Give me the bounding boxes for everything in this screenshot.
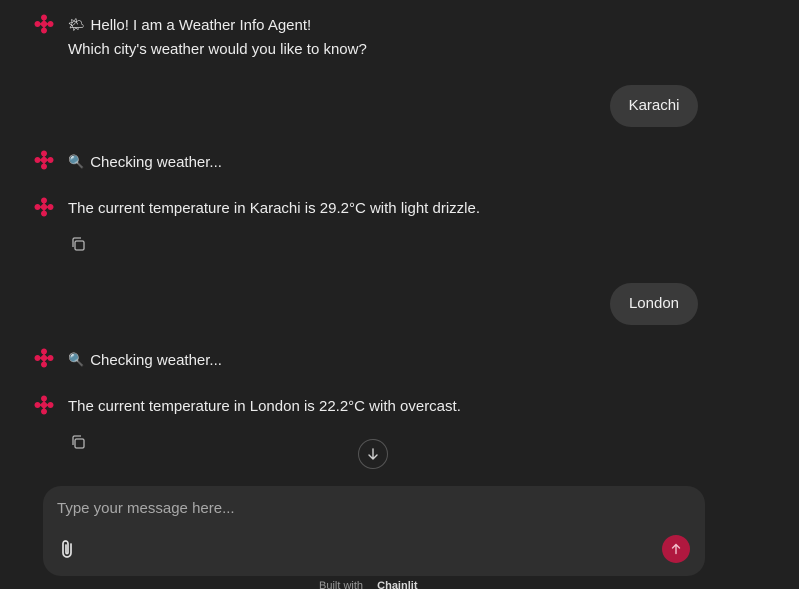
message-text: Hello! I am a Weather Info Agent! — [90, 17, 312, 34]
assistant-message: The current temperature in London is 22.… — [68, 398, 461, 415]
arrow-down-icon — [368, 448, 378, 460]
message-text: Checking weather... — [90, 352, 222, 369]
assistant-logo-icon — [34, 348, 54, 368]
assistant-status-message: 🔍 Checking weather... — [68, 150, 222, 175]
user-message-bubble: London — [610, 283, 698, 325]
assistant-logo-icon — [34, 14, 54, 34]
assistant-message: The current temperature in Karachi is 29… — [68, 200, 481, 217]
assistant-status-message: 🔍 Checking weather... — [68, 348, 222, 373]
user-message-bubble: Karachi — [610, 85, 698, 127]
paperclip-icon[interactable] — [57, 538, 79, 560]
footer-prefix: Built with — [319, 580, 364, 589]
message-text: Checking weather... — [90, 154, 222, 171]
arrow-up-icon — [671, 543, 681, 555]
assistant-logo-icon — [34, 395, 54, 415]
chat-page: 🌤 Hello! I am a Weather Info Agent! Which… — [0, 0, 799, 589]
message-text-line2: Which city's weather would you like to k… — [68, 41, 367, 58]
message-composer — [43, 486, 705, 576]
scroll-to-bottom-button[interactable] — [358, 439, 388, 469]
magnifying-glass-icon: 🔍 — [68, 352, 85, 367]
assistant-message: 🌤 Hello! I am a Weather Info Agent! — [68, 13, 311, 38]
assistant-logo-icon — [34, 197, 54, 217]
assistant-logo-icon — [34, 150, 54, 170]
copy-icon[interactable] — [70, 236, 86, 252]
copy-icon[interactable] — [70, 434, 86, 450]
message-input[interactable] — [57, 496, 687, 520]
magnifying-glass-icon: 🔍 — [68, 154, 85, 169]
sun-behind-cloud-icon: 🌤 — [68, 17, 85, 32]
built-with-footer[interactable]: Built with Chainlit — [319, 580, 418, 589]
send-button[interactable] — [662, 535, 690, 563]
footer-brand: Chainlit — [377, 580, 418, 589]
